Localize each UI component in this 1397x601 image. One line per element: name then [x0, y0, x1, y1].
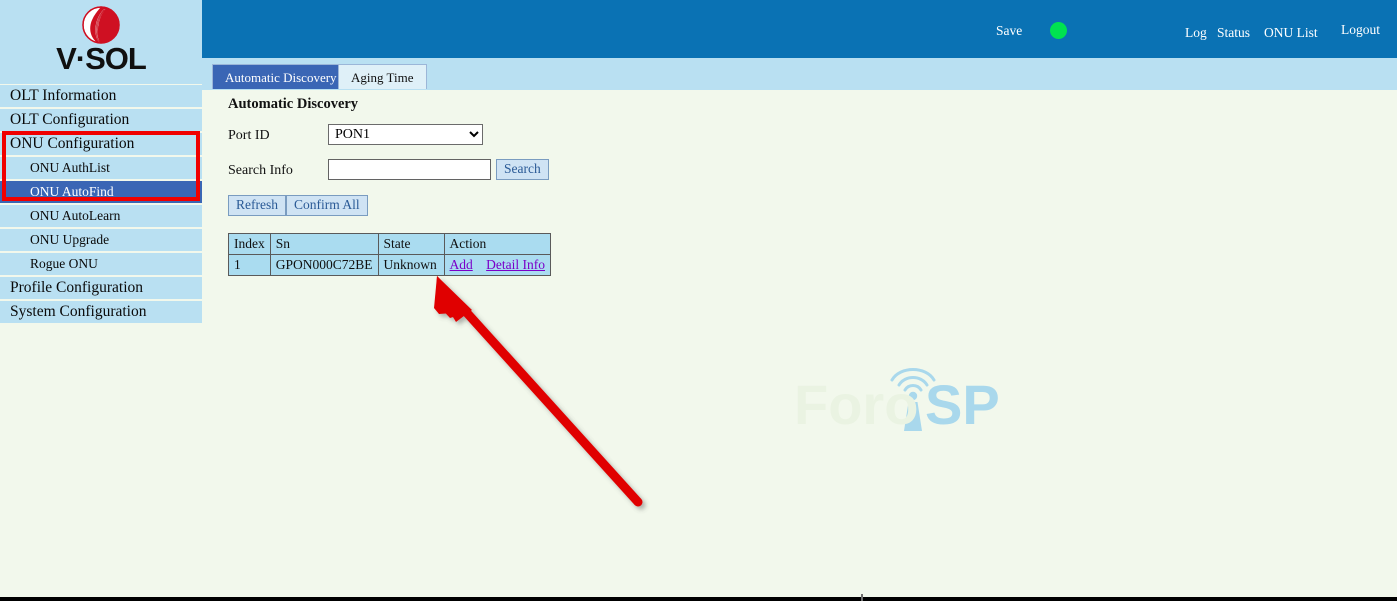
logo-area: V·SOL	[0, 0, 202, 84]
sidebar-item-profile-configuration[interactable]: Profile Configuration	[0, 277, 202, 299]
cell-sn: GPON000C72BE	[269, 254, 379, 276]
wifi-tower-icon	[890, 368, 936, 431]
port-id-select[interactable]: PON1	[328, 124, 483, 145]
status-link[interactable]: Status	[1217, 25, 1250, 41]
watermark-text-right: SP	[925, 373, 1000, 432]
sidebar-item-system-configuration[interactable]: System Configuration	[0, 301, 202, 323]
log-link[interactable]: Log	[1185, 25, 1207, 41]
search-info-label: Search Info	[228, 163, 293, 178]
search-info-input[interactable]	[328, 159, 491, 180]
main-content: Automatic Discovery Port ID PON1 Search …	[202, 90, 1397, 597]
bottom-divider-mark	[861, 594, 863, 601]
table-header-row: Index Sn State Action	[228, 233, 552, 255]
tab-strip: Automatic Discovery Aging Time	[202, 58, 1397, 90]
watermark-text-left: Foro	[794, 373, 918, 432]
table-row: 1 GPON000C72BE Unknown Add Detail Info	[228, 254, 552, 276]
sidebar-item-onu-autolearn[interactable]: ONU AutoLearn	[0, 205, 202, 227]
page-title: Automatic Discovery	[228, 96, 359, 112]
sidebar-item-onu-authlist[interactable]: ONU AuthList	[0, 157, 202, 179]
column-header-state: State	[377, 233, 445, 255]
vsol-spiral-logo-icon	[82, 6, 120, 44]
sidebar-item-onu-autofind[interactable]: ONU AutoFind	[0, 181, 202, 203]
cell-state: Unknown	[377, 254, 445, 276]
column-header-index: Index	[228, 233, 271, 255]
sidebar: V·SOL OLT Information OLT Configuration …	[0, 0, 202, 601]
onu-discovery-table: Index Sn State Action 1 GPON000C72BE Unk…	[228, 233, 552, 276]
sidebar-item-rogue-onu[interactable]: Rogue ONU	[0, 253, 202, 275]
refresh-button[interactable]: Refresh	[228, 195, 286, 216]
bottom-divider	[0, 597, 1397, 601]
sidebar-item-olt-configuration[interactable]: OLT Configuration	[0, 109, 202, 131]
tab-aging-time[interactable]: Aging Time	[338, 64, 427, 89]
logout-link[interactable]: Logout	[1341, 22, 1380, 38]
sidebar-item-onu-configuration[interactable]: ONU Configuration	[0, 133, 202, 155]
cell-action: Add Detail Info	[443, 254, 552, 276]
tab-automatic-discovery[interactable]: Automatic Discovery	[212, 64, 350, 89]
sidebar-nav: OLT Information OLT Configuration ONU Co…	[0, 85, 202, 323]
column-header-sn: Sn	[269, 233, 379, 255]
watermark-foroisp: Foro SP	[794, 352, 1009, 436]
confirm-all-button[interactable]: Confirm All	[286, 195, 368, 216]
top-header-bar: Save Log Status ONU List Logout	[202, 0, 1397, 58]
add-link[interactable]: Add	[450, 257, 473, 272]
sidebar-item-onu-upgrade[interactable]: ONU Upgrade	[0, 229, 202, 251]
onu-list-link[interactable]: ONU List	[1264, 25, 1318, 41]
column-header-action: Action	[443, 233, 552, 255]
detail-info-link[interactable]: Detail Info	[486, 257, 545, 272]
sidebar-item-olt-information[interactable]: OLT Information	[0, 85, 202, 107]
port-id-label: Port ID	[228, 128, 270, 143]
search-button[interactable]: Search	[496, 159, 549, 180]
save-button[interactable]: Save	[996, 23, 1022, 39]
green-status-dot	[1050, 22, 1067, 39]
cell-index: 1	[228, 254, 271, 276]
brand-name: V·SOL	[56, 41, 147, 76]
